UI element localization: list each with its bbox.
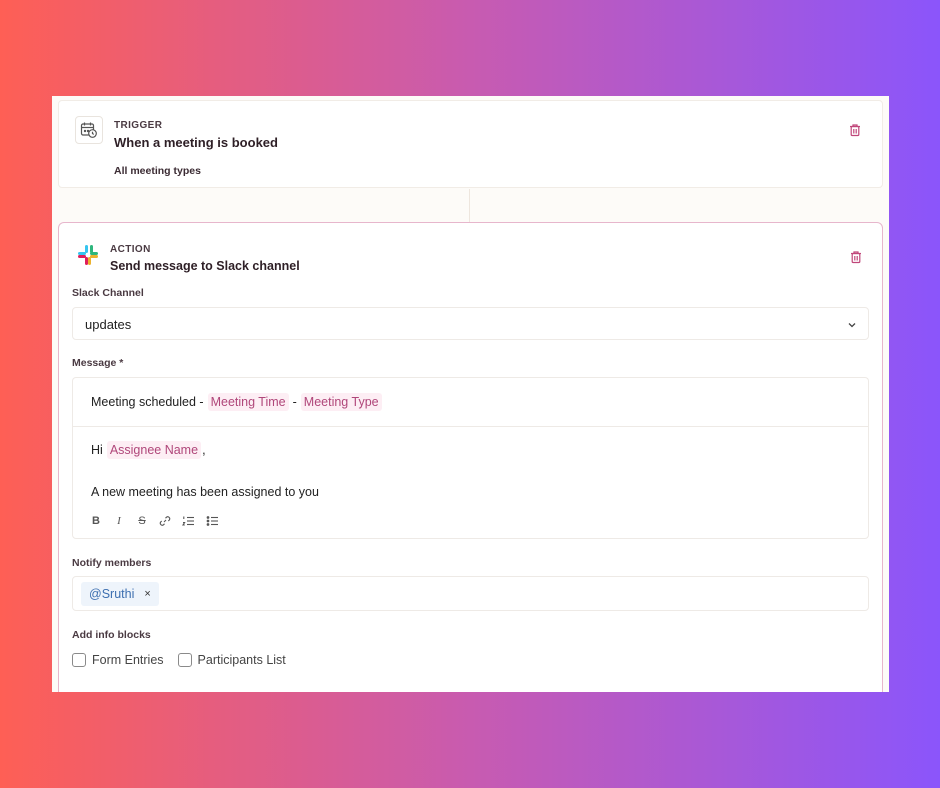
form-entries-option[interactable]: Form Entries — [72, 653, 164, 667]
link-icon[interactable] — [159, 515, 171, 527]
trigger-eyebrow: TRIGGER — [114, 120, 163, 131]
subject-text: Meeting scheduled - — [91, 395, 204, 409]
action-eyebrow: ACTION — [110, 244, 151, 255]
action-card[interactable]: ACTION Send message to Slack channel Sla… — [58, 222, 883, 692]
notify-members-label: Notify members — [72, 557, 152, 569]
message-body-editor[interactable]: Hi Assignee Name , A new meeting has bee… — [72, 426, 869, 539]
greeting-text: Hi — [91, 443, 103, 457]
participants-list-label: Participants List — [197, 653, 286, 667]
variable-tag-meeting-time[interactable]: Meeting Time — [207, 393, 289, 411]
participants-list-option[interactable]: Participants List — [177, 653, 286, 667]
calendar-clock-icon — [75, 116, 103, 144]
message-subject-input[interactable]: Meeting scheduled - Meeting Time - Meeti… — [72, 377, 869, 426]
trigger-card[interactable]: TRIGGER When a meeting is booked All mee… — [58, 100, 883, 188]
slack-icon — [74, 241, 102, 269]
form-entries-checkbox[interactable] — [72, 653, 86, 667]
info-blocks-label: Add info blocks — [72, 629, 151, 641]
italic-button[interactable]: I — [113, 515, 125, 527]
action-title: Send message to Slack channel — [110, 259, 300, 273]
subject-separator: - — [292, 395, 297, 409]
connector-line — [469, 189, 470, 222]
bold-button[interactable]: B — [90, 515, 102, 527]
workflow-canvas: TRIGGER When a meeting is booked All mee… — [52, 96, 889, 692]
bullet-list-icon[interactable] — [206, 515, 219, 527]
member-chip: @Sruthi × — [81, 582, 159, 606]
info-blocks-options: Form Entries Participants List — [72, 653, 286, 667]
slack-channel-value: updates — [85, 317, 132, 332]
strikethrough-button[interactable]: S — [136, 515, 148, 527]
ordered-list-icon[interactable] — [182, 515, 195, 527]
variable-tag-assignee-name[interactable]: Assignee Name — [106, 441, 202, 459]
message-body-text: A new meeting has been assigned to you — [91, 485, 319, 499]
chevron-down-icon — [848, 323, 856, 328]
slack-channel-label: Slack Channel — [72, 287, 144, 299]
remove-member-icon[interactable]: × — [144, 588, 150, 600]
action-delete-icon[interactable] — [849, 250, 863, 264]
trigger-title: When a meeting is booked — [114, 135, 278, 150]
variable-tag-meeting-type[interactable]: Meeting Type — [300, 393, 382, 411]
notify-members-input[interactable]: @Sruthi × — [72, 576, 869, 611]
greeting-comma: , — [202, 443, 206, 457]
slack-channel-select[interactable]: updates — [72, 307, 869, 340]
form-entries-label: Form Entries — [92, 653, 164, 667]
message-label: Message * — [72, 357, 124, 369]
trigger-delete-icon[interactable] — [848, 123, 862, 137]
participants-list-checkbox[interactable] — [177, 653, 192, 667]
formatting-toolbar: B I S — [90, 515, 219, 527]
member-chip-label: @Sruthi — [89, 587, 135, 601]
trigger-subtitle: All meeting types — [114, 165, 201, 177]
